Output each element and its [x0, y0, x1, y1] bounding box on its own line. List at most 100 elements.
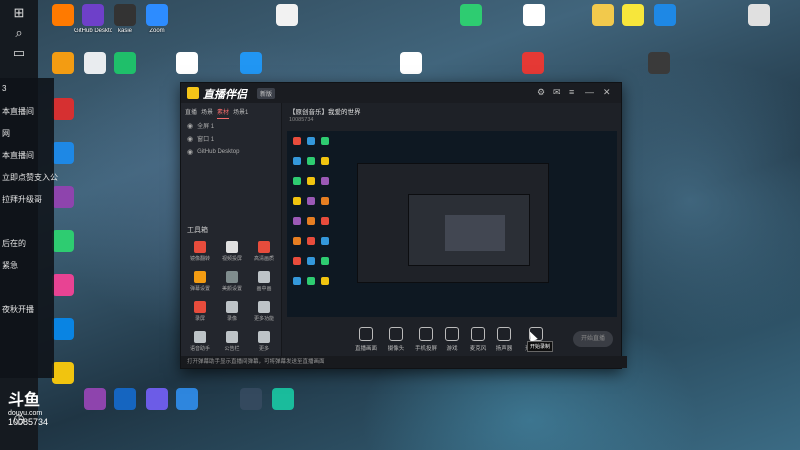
- nested-preview-window: [357, 163, 549, 283]
- control-label: 扬声器: [495, 346, 513, 352]
- control-icon: [419, 327, 433, 341]
- tool-icon: [226, 301, 238, 313]
- tool-label: 美颜设置: [221, 286, 242, 292]
- tool-button[interactable]: 录屏: [187, 301, 213, 327]
- tool-button[interactable]: 公告栏: [219, 331, 245, 357]
- tool-button[interactable]: 美颜设置: [219, 271, 245, 297]
- control-button[interactable]: 摄像头: [381, 327, 411, 352]
- desktop-icon[interactable]: [264, 388, 302, 428]
- preview-mini-icon: [293, 157, 301, 165]
- control-label: 直播画面: [354, 346, 377, 352]
- source-label: 窗口 1: [197, 137, 215, 143]
- scene-tab[interactable]: 素材: [217, 103, 230, 119]
- desktop-icon-icon: [114, 52, 136, 74]
- tool-button[interactable]: 弹幕设置: [187, 271, 213, 297]
- desktop-icon[interactable]: [740, 4, 778, 44]
- tool-icon: [226, 271, 238, 283]
- control-icon: [389, 327, 403, 341]
- desktop-icon-icon: [114, 388, 136, 410]
- source-item[interactable]: ◉ 窗口 1: [181, 132, 281, 145]
- tool-button[interactable]: 高清画质: [251, 241, 277, 267]
- tool-icon: [258, 331, 270, 343]
- toolbox-header: 工具箱: [187, 227, 208, 234]
- desktop-icon-icon: [84, 388, 106, 410]
- preview-mini-icon: [307, 237, 315, 245]
- control-button[interactable]: 扬声器: [489, 327, 519, 352]
- source-item[interactable]: ◉ 全屏 1: [181, 119, 281, 132]
- tool-icon: [258, 241, 270, 253]
- desktop-icon[interactable]: [640, 52, 678, 92]
- preview-mini-icon: [293, 177, 301, 185]
- preview-mini-icon: [293, 237, 301, 245]
- desktop-icon[interactable]: [168, 388, 206, 428]
- tool-button[interactable]: 更多: [251, 331, 277, 357]
- desktop-icon[interactable]: [106, 52, 144, 92]
- desktop-icon-icon: [523, 4, 545, 26]
- tool-icon: [226, 241, 238, 253]
- window-titlebar[interactable]: 直播伴侣 新版 ⚙ ✉ ≡ — ✕: [181, 83, 621, 103]
- tool-icon: [194, 241, 206, 253]
- desktop-icon-icon: [748, 4, 770, 26]
- desktop-icon-icon: [52, 186, 74, 208]
- eye-icon[interactable]: ◉: [187, 148, 193, 156]
- scene-tab[interactable]: 场景: [201, 103, 213, 119]
- preview-mini-icon: [293, 197, 301, 205]
- desktop-icon-icon: [52, 362, 74, 384]
- watermark-sub: douyu.com: [8, 410, 43, 417]
- desktop-icon[interactable]: [515, 4, 553, 44]
- start-live-button[interactable]: 开始直播: [573, 331, 613, 347]
- side-panel-text: 紧急: [2, 261, 18, 270]
- app-logo-icon: [187, 87, 199, 99]
- tool-label: 录屏: [194, 316, 205, 322]
- desktop-icon[interactable]: [452, 4, 490, 44]
- tool-icon: [258, 301, 270, 313]
- search-icon[interactable]: ⌕: [10, 24, 28, 42]
- live-streaming-window: 直播伴侣 新版 ⚙ ✉ ≡ — ✕ 直播 场景 素材 场景1 ◉ 全屏 1 ◉ 窗口 1 ◉ G…: [180, 82, 627, 369]
- windows-start-icon[interactable]: ⊞: [10, 4, 28, 22]
- tool-label: 更多: [258, 346, 269, 352]
- preview-mini-icon: [321, 217, 329, 225]
- desktop-icon-icon: [648, 52, 670, 74]
- chat-side-panel: 3 本直播间网本直播间 立即点赞支入公 拉拜升级哥 后在的 紧急 夜秋开播: [0, 78, 58, 378]
- scene-tab[interactable]: 场景1: [233, 103, 248, 119]
- desktop-icon-icon: [52, 318, 74, 340]
- menu-icon[interactable]: ≡: [569, 87, 574, 97]
- tool-button[interactable]: 画中画: [251, 271, 277, 297]
- side-panel-text: 拉拜升级哥: [2, 195, 42, 204]
- minimize-icon[interactable]: —: [585, 87, 594, 97]
- mail-icon[interactable]: ✉: [553, 87, 561, 98]
- tool-button[interactable]: 语音助手: [187, 331, 213, 357]
- tool-button[interactable]: 镜像翻转: [187, 241, 213, 267]
- desktop-icon[interactable]: [646, 4, 684, 44]
- eye-icon[interactable]: ◉: [187, 122, 193, 130]
- control-button[interactable]: 直播画面: [351, 327, 381, 352]
- nested-preview-core: [445, 215, 505, 251]
- preview-mini-icon: [307, 277, 315, 285]
- desktop-icon[interactable]: [268, 4, 306, 44]
- preview-mini-icon: [293, 217, 301, 225]
- tool-button[interactable]: 视频投屏: [219, 241, 245, 267]
- settings-icon[interactable]: ⚙: [537, 87, 545, 98]
- close-icon[interactable]: ✕: [603, 87, 611, 98]
- tool-button[interactable]: 更多功能: [251, 301, 277, 327]
- tool-label: 视频投屏: [221, 256, 242, 262]
- stream-preview[interactable]: [287, 131, 617, 317]
- scene-tab[interactable]: 直播: [185, 103, 197, 119]
- tool-label: 语音助手: [189, 346, 210, 352]
- preview-mini-icon: [321, 277, 329, 285]
- desktop-icon-icon: [52, 142, 74, 164]
- eye-icon[interactable]: ◉: [187, 135, 193, 143]
- tool-button[interactable]: 录像: [219, 301, 245, 327]
- preview-mini-icon: [293, 277, 301, 285]
- tool-icon: [194, 331, 206, 343]
- side-panel-text: 网: [2, 129, 10, 138]
- source-item[interactable]: ◉ GitHub Desktop: [181, 145, 281, 158]
- task-view-icon[interactable]: ▭: [10, 44, 28, 62]
- room-title[interactable]: 【原创音乐】我爱的世界: [289, 106, 361, 116]
- control-icon: [471, 327, 485, 341]
- preview-mini-icon: [321, 177, 329, 185]
- desktop-icon[interactable]: Zoom: [138, 4, 176, 44]
- desktop-icon-icon: [146, 4, 168, 26]
- side-panel-text: 本直播间: [2, 107, 34, 116]
- tool-label: 画中画: [256, 286, 272, 292]
